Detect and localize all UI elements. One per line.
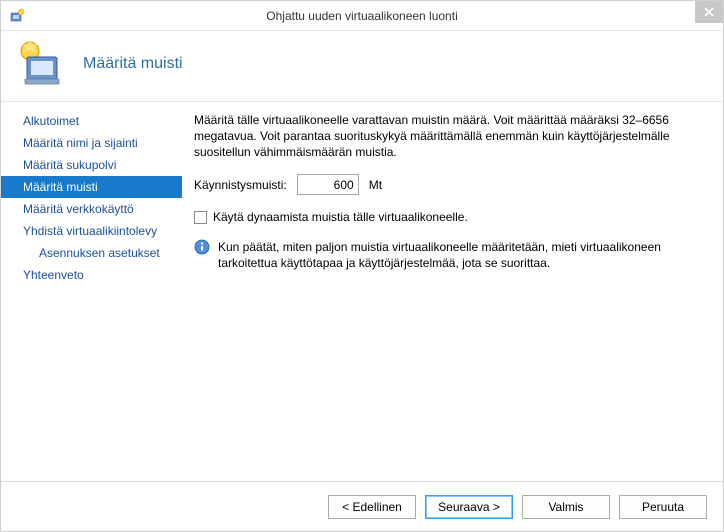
wizard-main-panel: Määritä tälle virtuaalikoneelle varattav…: [182, 102, 723, 481]
sidebar-item-step-3[interactable]: Määritä muisti: [1, 176, 182, 198]
sidebar-item-step-6[interactable]: Asennuksen asetukset: [1, 242, 182, 264]
memory-description: Määritä tälle virtuaalikoneelle varattav…: [194, 112, 705, 160]
next-button[interactable]: Seuraava >: [425, 495, 513, 519]
page-title: Määritä muisti: [83, 55, 183, 73]
cancel-button[interactable]: Peruuta: [619, 495, 707, 519]
window-title: Ohjattu uuden virtuaalikoneen luonti: [1, 9, 723, 23]
wizard-window: Ohjattu uuden virtuaalikoneen luonti Mää…: [0, 0, 724, 532]
sidebar-item-step-7[interactable]: Yhteenveto: [1, 264, 182, 286]
close-button[interactable]: [695, 1, 723, 23]
app-icon: [9, 8, 25, 24]
info-text: Kun päätät, miten paljon muistia virtuaa…: [218, 239, 705, 271]
info-icon: [194, 239, 210, 255]
wizard-header: Määritä muisti: [1, 31, 723, 101]
sidebar-item-step-5[interactable]: Yhdistä virtuaalikiintolevy: [1, 220, 182, 242]
sidebar-item-step-0[interactable]: Alkutoimet: [1, 110, 182, 132]
sidebar-item-step-1[interactable]: Määritä nimi ja sijainti: [1, 132, 182, 154]
wizard-header-icon: [15, 39, 65, 89]
wizard-body: AlkutoimetMääritä nimi ja sijaintiMäärit…: [1, 101, 723, 481]
dynamic-memory-row[interactable]: Käytä dynaamista muistia tälle virtuaali…: [194, 209, 705, 225]
wizard-steps-sidebar: AlkutoimetMääritä nimi ja sijaintiMäärit…: [1, 102, 182, 481]
info-note: Kun päätät, miten paljon muistia virtuaa…: [194, 239, 705, 271]
previous-button[interactable]: < Edellinen: [328, 495, 416, 519]
titlebar: Ohjattu uuden virtuaalikoneen luonti: [1, 1, 723, 31]
startup-memory-label: Käynnistysmuisti:: [194, 177, 287, 193]
memory-unit: Mt: [369, 177, 382, 193]
dynamic-memory-label: Käytä dynaamista muistia tälle virtuaali…: [213, 209, 468, 225]
sidebar-item-step-4[interactable]: Määritä verkkokäyttö: [1, 198, 182, 220]
sidebar-item-step-2[interactable]: Määritä sukupolvi: [1, 154, 182, 176]
wizard-footer: < Edellinen Seuraava > Valmis Peruuta: [1, 481, 723, 531]
startup-memory-input[interactable]: [297, 174, 359, 195]
startup-memory-row: Käynnistysmuisti: Mt: [194, 174, 705, 195]
finish-button[interactable]: Valmis: [522, 495, 610, 519]
dynamic-memory-checkbox[interactable]: [194, 211, 207, 224]
